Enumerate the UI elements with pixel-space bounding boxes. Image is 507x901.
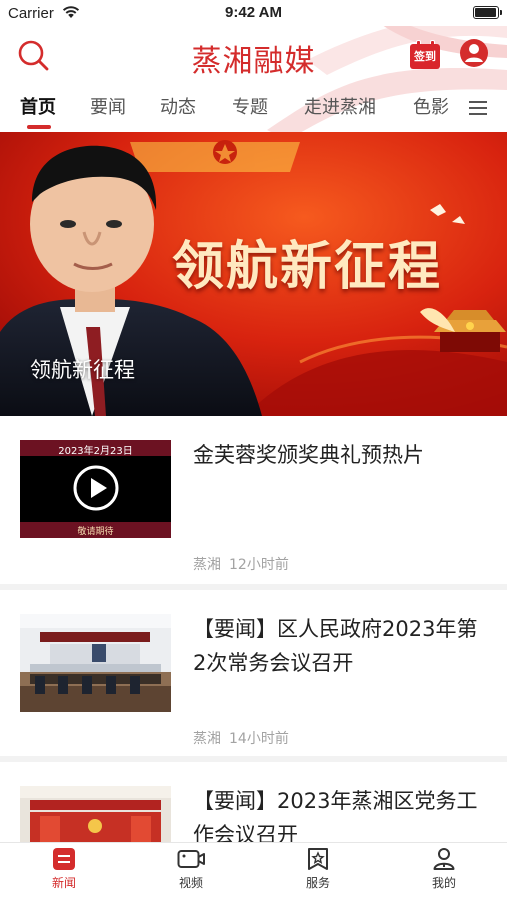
tab-photography[interactable]: 色影 <box>413 93 449 119</box>
news-icon <box>53 848 75 870</box>
nav-news-label: 新闻 <box>51 876 76 890</box>
news-source: 蒸湘 <box>193 731 221 747</box>
news-meta: 蒸湘 14小时前 <box>193 728 297 748</box>
status-time: 9:42 AM <box>225 4 282 21</box>
profile-icon[interactable] <box>459 38 489 68</box>
meeting-photo <box>20 614 171 712</box>
active-tab-indicator <box>27 125 51 129</box>
featured-banner[interactable]: 领航新征程 领航新征程 <box>0 132 507 416</box>
news-title[interactable]: 【要闻】区人民政府2023年第2次常务会议召开 <box>193 612 483 680</box>
nav-video-label: 视频 <box>178 876 203 890</box>
news-title[interactable]: 金芙蓉奖颁奖典礼预热片 <box>193 438 483 472</box>
nav-service[interactable]: 服务 <box>283 847 353 891</box>
news-source: 蒸湘 <box>193 557 221 573</box>
user-icon <box>433 848 455 870</box>
news-meta: 蒸湘 12小时前 <box>193 554 297 574</box>
banner-headline: 领航新征程 <box>172 236 443 297</box>
nav-mine[interactable]: 我的 <box>409 847 479 891</box>
news-card[interactable]: 【要闻】区人民政府2023年第2次常务会议召开 蒸湘 14小时前 <box>0 590 507 756</box>
video-icon <box>177 850 205 868</box>
news-card[interactable]: 【要闻】2023年蒸湘区党务工作会议召开 <box>0 762 507 884</box>
news-time: 12小时前 <box>229 557 289 573</box>
status-bar: Carrier 9:42 AM <box>0 0 507 26</box>
thumbnail-footer: 敬请期待 <box>77 527 114 537</box>
menu-icon[interactable] <box>468 98 488 118</box>
nav-service-label: 服务 <box>305 876 330 890</box>
category-tabs: 首页 要闻 动态 专题 走进蒸湘 色影 <box>0 88 507 132</box>
top-header: 蒸湘融媒 签到 首页 要闻 动态 专题 走进蒸湘 色影 <box>0 26 507 132</box>
tab-topics[interactable]: 专题 <box>232 93 268 119</box>
battery-icon <box>473 6 502 19</box>
tab-explore-zhengxiang[interactable]: 走进蒸湘 <box>304 93 376 119</box>
nav-news[interactable]: 新闻 <box>29 847 99 891</box>
service-icon <box>308 848 328 870</box>
play-icon[interactable] <box>72 464 120 512</box>
nav-video[interactable]: 视频 <box>156 847 226 891</box>
video-thumbnail[interactable]: 2023年2月23日 敬请期待 <box>20 440 171 538</box>
news-time: 14小时前 <box>229 731 289 747</box>
tab-updates[interactable]: 动态 <box>160 93 196 119</box>
banner-caption: 领航新征程 <box>30 358 135 382</box>
thumbnail-date: 2023年2月23日 <box>58 446 133 457</box>
tab-home[interactable]: 首页 <box>20 93 56 119</box>
nav-mine-label: 我的 <box>431 876 456 890</box>
checkin-label: 签到 <box>410 44 440 69</box>
tab-headlines[interactable]: 要闻 <box>90 93 126 119</box>
checkin-button[interactable]: 签到 <box>410 40 440 70</box>
bottom-tab-bar: 新闻 视频 服务 我的 <box>0 842 507 901</box>
news-card[interactable]: 2023年2月23日 敬请期待 金芙蓉奖颁奖典礼预热片 蒸湘 12小时前 <box>0 416 507 584</box>
news-thumbnail[interactable] <box>20 614 171 712</box>
